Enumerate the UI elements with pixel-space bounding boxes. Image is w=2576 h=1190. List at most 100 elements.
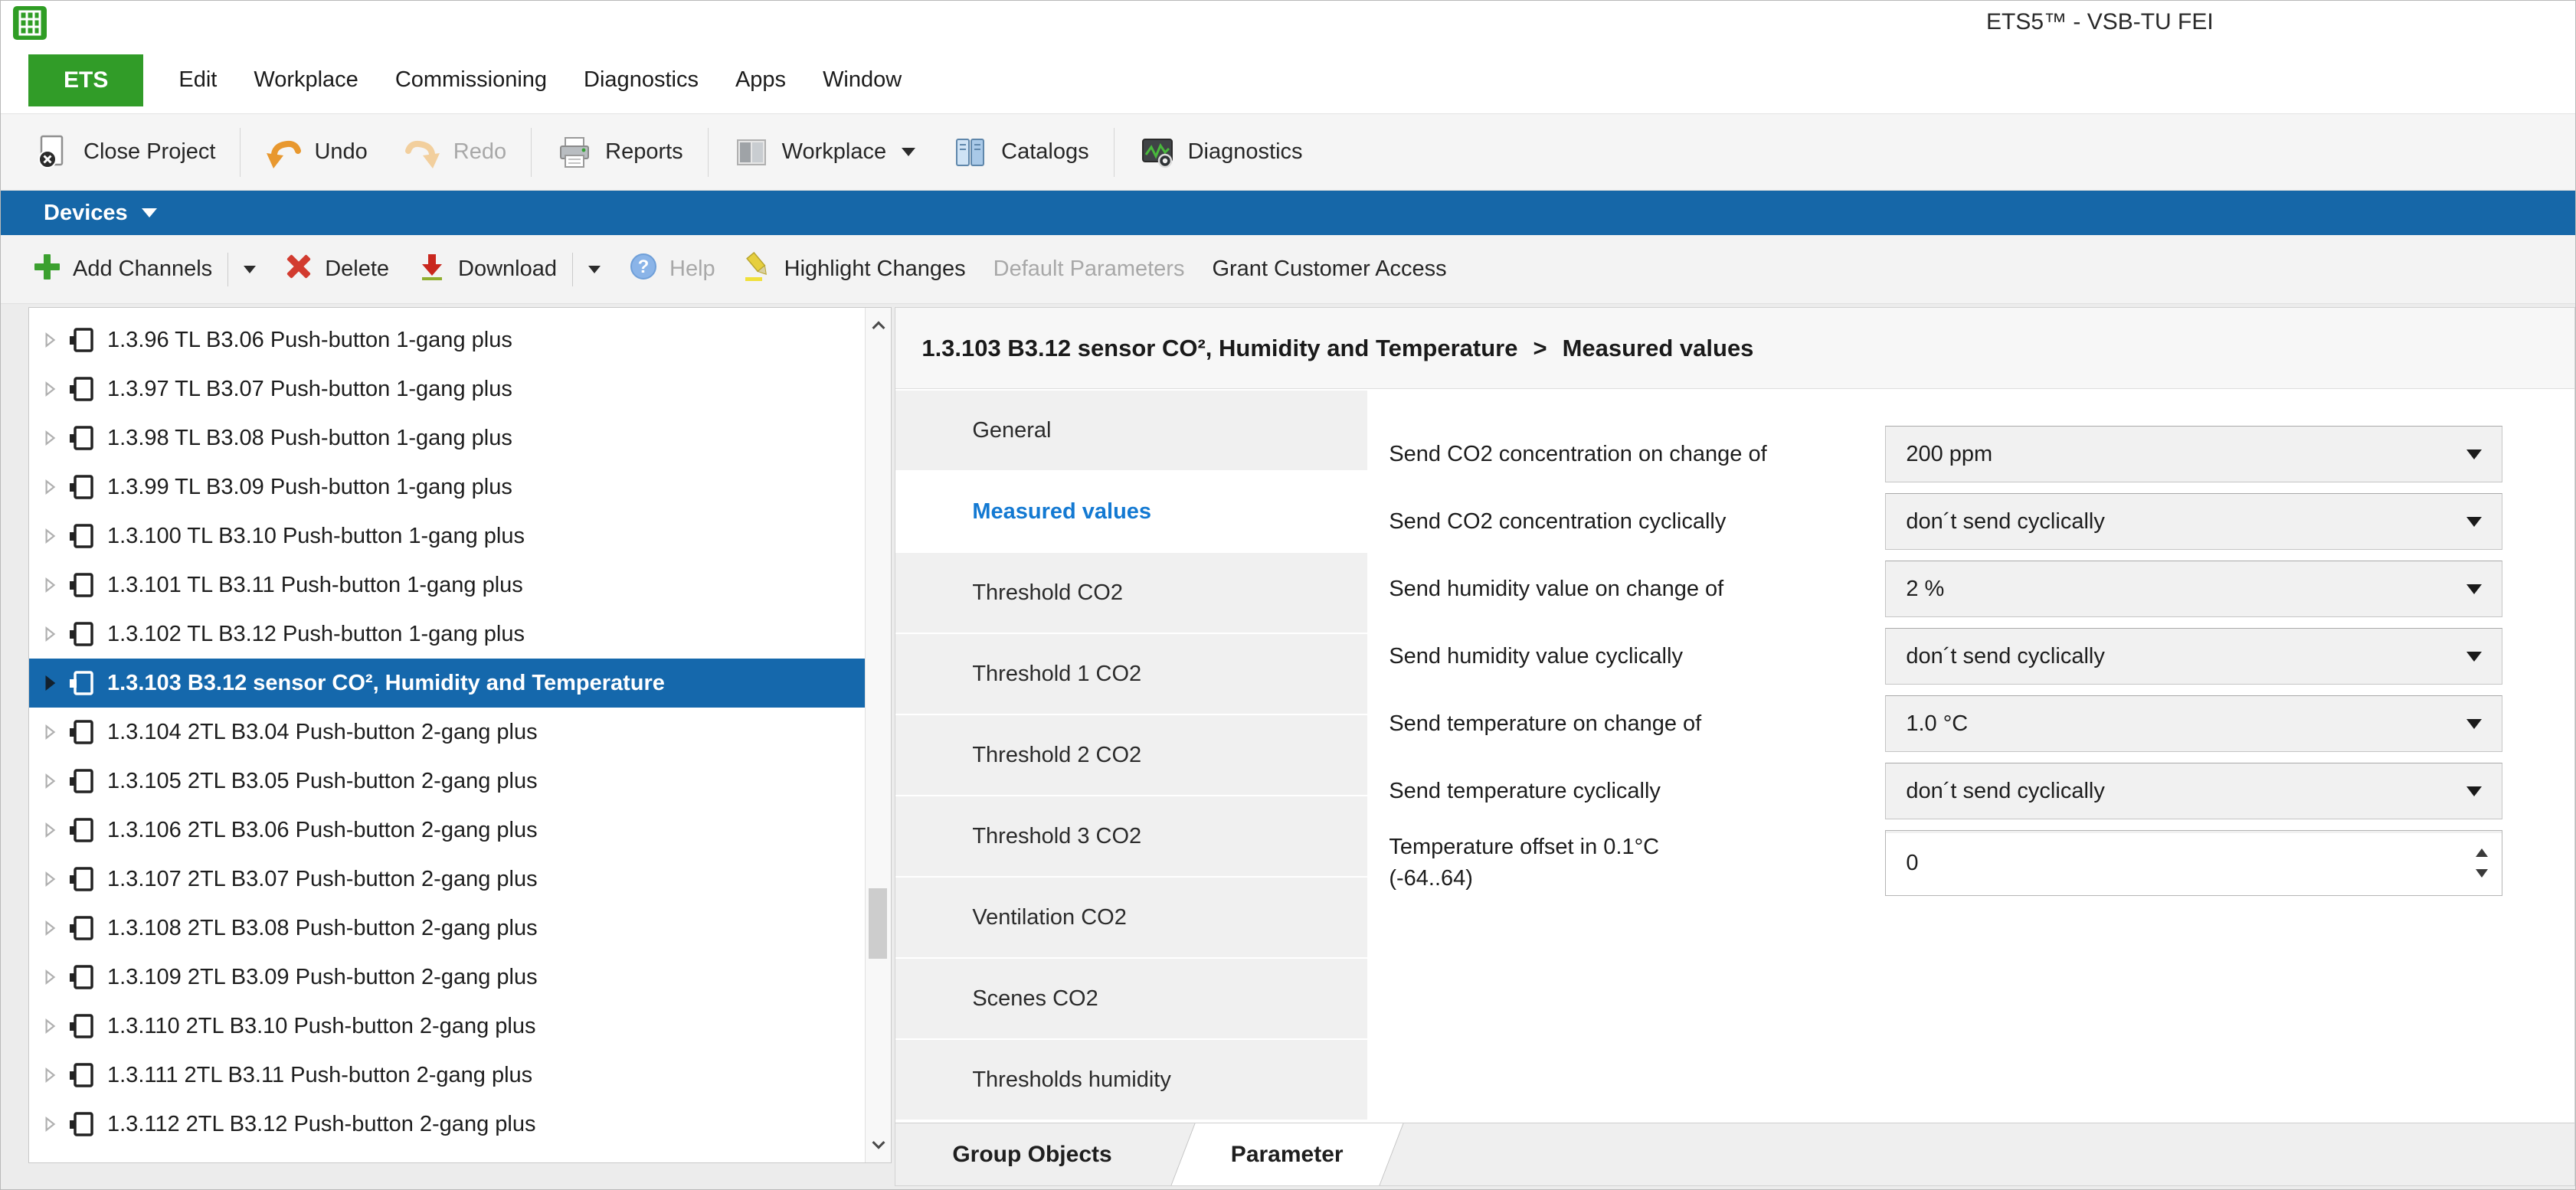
default-parameters-button[interactable]: Default Parameters [993, 257, 1185, 282]
tree-row[interactable]: 1.3.109 2TL B3.09 Push-button 2-gang plu… [29, 953, 865, 1002]
tree-row-label: 1.3.104 2TL B3.04 Push-button 2-gang plu… [107, 720, 538, 745]
parameter-tab[interactable]: Threshold CO2 [895, 553, 1367, 633]
menu-item[interactable]: Workplace [254, 67, 358, 93]
tree-row[interactable]: 1.3.108 2TL B3.08 Push-button 2-gang plu… [29, 904, 865, 953]
expander-icon[interactable] [41, 430, 58, 446]
dropdown-select[interactable]: don´t send cyclically [1885, 763, 2502, 819]
workplace-button[interactable]: Workplace [733, 134, 915, 171]
grant-customer-access-button[interactable]: Grant Customer Access [1212, 257, 1446, 282]
expander-icon[interactable] [41, 1018, 58, 1035]
expander-icon[interactable] [41, 528, 58, 544]
help-button[interactable]: ? Help [628, 251, 715, 288]
tree-row[interactable]: 1.3.106 2TL B3.06 Push-button 2-gang plu… [29, 806, 865, 855]
tree-row[interactable]: 1.3.105 2TL B3.05 Push-button 2-gang plu… [29, 757, 865, 806]
menu-item-list: Edit Workplace Commissioning Diagnostics… [178, 67, 902, 93]
dropdown-select[interactable]: 200 ppm [1885, 426, 2502, 482]
chevron-down-icon [2466, 584, 2482, 594]
diagnostics-button[interactable]: Diagnostics [1139, 134, 1303, 171]
view-selector-bar[interactable]: Devices [1, 191, 2575, 235]
tree-row[interactable]: 1.3.97 TL B3.07 Push-button 1-gang plus [29, 365, 865, 414]
expander-icon[interactable] [41, 920, 58, 937]
parameter-tab[interactable]: Threshold 1 CO2 [895, 634, 1367, 714]
tree-row[interactable]: 1.3.112 2TL B3.12 Push-button 2-gang plu… [29, 1100, 865, 1149]
menu-item[interactable]: Edit [178, 67, 217, 93]
expander-icon[interactable] [41, 1067, 58, 1084]
tree-row[interactable]: 1.3.103 B3.12 sensor CO², Humidity and T… [29, 659, 865, 708]
expander-icon[interactable] [41, 626, 58, 642]
download-dropdown-icon[interactable] [588, 266, 601, 273]
menu-item[interactable]: Apps [735, 67, 786, 93]
field-label: Send CO2 concentration on change of [1389, 442, 1885, 467]
reports-button[interactable]: Reports [556, 134, 683, 171]
expander-icon[interactable] [41, 1116, 58, 1133]
expander-icon[interactable] [41, 675, 58, 691]
expander-icon[interactable] [41, 822, 58, 839]
redo-button[interactable]: Redo [404, 134, 506, 171]
device-icon [67, 326, 95, 354]
bottom-tab-label: Group Objects [952, 1142, 1111, 1168]
parameter-tab[interactable]: Threshold 3 CO2 [895, 796, 1367, 876]
tree-row[interactable]: 1.3.111 2TL B3.11 Push-button 2-gang plu… [29, 1051, 865, 1100]
add-channels-button[interactable]: Add Channels [31, 251, 212, 288]
undo-button[interactable]: Undo [265, 134, 367, 171]
bottom-tab[interactable]: Parameter [1170, 1123, 1403, 1185]
tree-row[interactable]: 1.3.102 TL B3.12 Push-button 1-gang plus [29, 610, 865, 659]
parameter-tab[interactable]: General [895, 391, 1367, 470]
expander-icon[interactable] [41, 479, 58, 495]
dropdown-select[interactable]: don´t send cyclically [1885, 628, 2502, 685]
tree-row[interactable]: 1.3.99 TL B3.09 Push-button 1-gang plus [29, 463, 865, 512]
expander-icon[interactable] [41, 969, 58, 986]
dropdown-select[interactable]: 1.0 °C [1885, 695, 2502, 752]
field-label: Send temperature cyclically [1389, 779, 1885, 804]
parameter-tab-label: Threshold 3 CO2 [972, 824, 1141, 849]
bottom-tab[interactable]: Group Objects [905, 1123, 1159, 1185]
expander-icon[interactable] [41, 724, 58, 740]
expander-icon[interactable] [41, 871, 58, 888]
tree-row[interactable]: 1.3.101 TL B3.11 Push-button 1-gang plus [29, 561, 865, 610]
parameter-tab[interactable]: Measured values [895, 472, 1367, 551]
dropdown-value: don´t send cyclically [1906, 509, 2105, 535]
expander-icon[interactable] [41, 773, 58, 790]
spinner-up-button[interactable] [2476, 848, 2488, 857]
parameter-tab[interactable]: Threshold 2 CO2 [895, 715, 1367, 795]
spinner-down-button[interactable] [2476, 869, 2488, 878]
scrollbar-thumb[interactable] [869, 888, 887, 959]
parameter-field-list: Send CO2 concentration on change of 200 … [1389, 426, 2574, 819]
tree-row[interactable]: 1.3.96 TL B3.06 Push-button 1-gang plus [29, 315, 865, 365]
parameter-tab[interactable]: Ventilation CO2 [895, 878, 1367, 957]
download-button[interactable]: Download [417, 251, 557, 288]
tree-row[interactable]: 1.3.98 TL B3.08 Push-button 1-gang plus [29, 414, 865, 463]
device-icon [67, 1061, 95, 1089]
tree-row[interactable]: 1.3.107 2TL B3.07 Push-button 2-gang plu… [29, 855, 865, 904]
tree-row[interactable]: 1.3.110 2TL B3.10 Push-button 2-gang plu… [29, 1002, 865, 1051]
tree-row-label: 1.3.111 2TL B3.11 Push-button 2-gang plu… [107, 1063, 532, 1088]
toolbar-separator [531, 128, 532, 177]
menu-item[interactable]: Diagnostics [584, 67, 699, 93]
tree-scrollbar[interactable] [865, 308, 891, 1162]
close-project-button[interactable]: Close Project [34, 134, 215, 171]
scroll-down-button[interactable] [866, 1127, 891, 1162]
parameter-tab[interactable]: Scenes CO2 [895, 959, 1367, 1038]
menu-item[interactable]: Commissioning [395, 67, 547, 93]
highlight-changes-button[interactable]: Highlight Changes [743, 251, 966, 288]
delete-button[interactable]: Delete [283, 251, 389, 288]
dropdown-select[interactable]: don´t send cyclically [1885, 493, 2502, 550]
parameter-tab[interactable]: Thresholds humidity [895, 1040, 1367, 1120]
tree-row-label: 1.3.96 TL B3.06 Push-button 1-gang plus [107, 328, 512, 353]
parameter-field-row: Send temperature cyclically don´t send c… [1389, 763, 2574, 819]
scroll-up-button[interactable] [866, 308, 891, 343]
menu-item[interactable]: Window [823, 67, 902, 93]
expander-icon[interactable] [41, 332, 58, 348]
add-channels-dropdown-icon[interactable] [244, 266, 256, 273]
expander-icon[interactable] [41, 381, 58, 397]
parameter-field-row: Send CO2 concentration on change of 200 … [1389, 426, 2574, 482]
dropdown-select[interactable]: 2 % [1885, 561, 2502, 617]
parameter-form: Send CO2 concentration on change of 200 … [1367, 389, 2574, 1123]
catalogs-button[interactable]: Catalogs [952, 134, 1088, 171]
number-spinner[interactable]: 0 [1885, 830, 2502, 896]
expander-icon[interactable] [41, 577, 58, 593]
tree-row[interactable]: 1.3.104 2TL B3.04 Push-button 2-gang plu… [29, 708, 865, 757]
tree-row[interactable]: 1.3.100 TL B3.10 Push-button 1-gang plus [29, 512, 865, 561]
main-area: 1.3.96 TL B3.06 Push-button 1-gang plus [1, 304, 2575, 1189]
menu-ets-button[interactable]: ETS [28, 54, 143, 106]
